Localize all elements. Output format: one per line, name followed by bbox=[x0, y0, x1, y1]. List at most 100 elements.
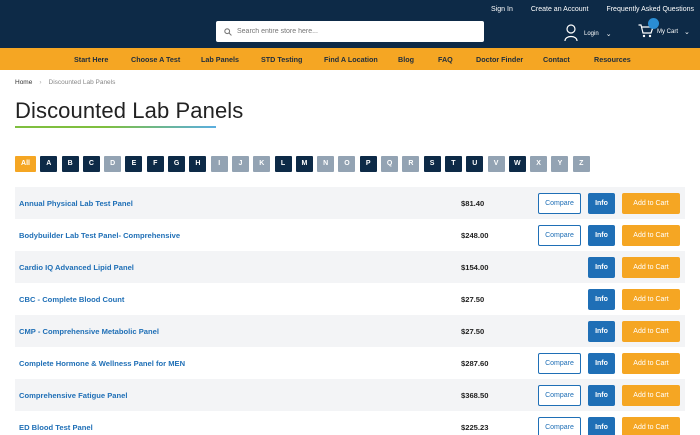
nav-item-choose-a-test[interactable]: Choose A Test bbox=[131, 55, 180, 64]
compare-button[interactable]: Compare bbox=[538, 193, 581, 214]
table-row: CBC - Complete Blood Count $27.50 Info Add … bbox=[15, 283, 685, 315]
nav-item-start-here[interactable]: Start Here bbox=[74, 55, 108, 64]
product-list: Annual Physical Lab Test Panel $81.40 Comp… bbox=[15, 187, 685, 435]
nav-item-faq[interactable]: FAQ bbox=[438, 55, 453, 64]
filter-letter-l[interactable]: L bbox=[274, 156, 292, 172]
nav-item-std-testing[interactable]: STD Testing bbox=[261, 55, 302, 64]
nav-item-find-a-location[interactable]: Find A Location bbox=[324, 55, 378, 64]
info-button[interactable]: Info bbox=[588, 321, 615, 342]
filter-letter-w[interactable]: W bbox=[508, 156, 526, 172]
info-button[interactable]: Info bbox=[588, 193, 615, 214]
filter-letter-v[interactable]: V bbox=[487, 156, 505, 172]
nav-item-blog[interactable]: Blog bbox=[398, 55, 414, 64]
table-row: CMP - Comprehensive Metabolic Panel $27.5… bbox=[15, 315, 685, 347]
product-price: $248.00 bbox=[461, 231, 489, 240]
compare-button[interactable]: Compare bbox=[538, 385, 581, 406]
product-name-link[interactable]: Bodybuilder Lab Test Panel- Comprehensiv… bbox=[19, 231, 180, 240]
add-to-cart-button[interactable]: Add to Cart bbox=[622, 193, 680, 214]
filter-letter-z[interactable]: Z bbox=[572, 156, 590, 172]
product-name-link[interactable]: CMP - Comprehensive Metabolic Panel bbox=[19, 327, 159, 336]
filter-letter-g[interactable]: G bbox=[168, 156, 186, 172]
filter-all-button[interactable]: All bbox=[15, 156, 36, 172]
breadcrumb-home[interactable]: Home bbox=[15, 79, 32, 86]
compare-button[interactable]: Compare bbox=[538, 225, 581, 246]
login-menu[interactable]: Login ⌄ bbox=[564, 24, 612, 44]
sign-in-link[interactable]: Sign In bbox=[491, 6, 513, 13]
nav-item-doctor-finder[interactable]: Doctor Finder bbox=[476, 55, 523, 64]
filter-letter-s[interactable]: S bbox=[423, 156, 441, 172]
add-to-cart-button[interactable]: Add to Cart bbox=[622, 225, 680, 246]
filter-letter-f[interactable]: F bbox=[146, 156, 164, 172]
filter-letter-k[interactable]: K bbox=[253, 156, 271, 172]
product-price: $154.00 bbox=[461, 263, 489, 272]
product-name-link[interactable]: Annual Physical Lab Test Panel bbox=[19, 199, 133, 208]
add-to-cart-button[interactable]: Add to Cart bbox=[622, 353, 680, 374]
product-name-link[interactable]: Cardio IQ Advanced Lipid Panel bbox=[19, 263, 134, 272]
filter-letter-e[interactable]: E bbox=[125, 156, 143, 172]
header-bar: Sign In Create an Account Frequently Ask… bbox=[0, 0, 700, 48]
filter-letter-r[interactable]: R bbox=[402, 156, 420, 172]
info-button[interactable]: Info bbox=[588, 257, 615, 278]
filter-letter-n[interactable]: N bbox=[317, 156, 335, 172]
filter-letter-a[interactable]: A bbox=[40, 156, 58, 172]
filter-letter-u[interactable]: U bbox=[466, 156, 484, 172]
product-name-link[interactable]: ED Blood Test Panel bbox=[19, 423, 93, 432]
user-icon bbox=[564, 24, 584, 44]
add-to-cart-button[interactable]: Add to Cart bbox=[622, 417, 680, 435]
add-to-cart-button[interactable]: Add to Cart bbox=[622, 321, 680, 342]
product-price: $225.23 bbox=[461, 423, 489, 432]
filter-letter-c[interactable]: C bbox=[82, 156, 100, 172]
info-button[interactable]: Info bbox=[588, 385, 615, 406]
table-row: Bodybuilder Lab Test Panel- Comprehensiv… bbox=[15, 219, 685, 251]
breadcrumb-current: Discounted Lab Panels bbox=[48, 79, 116, 86]
add-to-cart-button[interactable]: Add to Cart bbox=[622, 385, 680, 406]
info-button[interactable]: Info bbox=[588, 225, 615, 246]
faq-top-link[interactable]: Frequently Asked Questions bbox=[606, 6, 694, 13]
compare-button[interactable]: Compare bbox=[538, 353, 581, 374]
table-row: Annual Physical Lab Test Panel $81.40 Comp… bbox=[15, 187, 685, 219]
table-row: ED Blood Test Panel $225.23 Compare Info Add… bbox=[15, 411, 685, 435]
product-price: $27.50 bbox=[461, 295, 485, 304]
filter-letter-t[interactable]: T bbox=[444, 156, 462, 172]
product-price: $27.50 bbox=[461, 327, 485, 336]
chevron-down-icon: ⌄ bbox=[684, 29, 690, 36]
title-underline bbox=[15, 126, 216, 128]
info-button[interactable]: Info bbox=[588, 289, 615, 310]
top-links: Sign In Create an Account Frequently Ask… bbox=[491, 6, 694, 13]
filter-letter-y[interactable]: Y bbox=[551, 156, 569, 172]
filter-letter-m[interactable]: M bbox=[295, 156, 313, 172]
search-input[interactable] bbox=[237, 28, 477, 35]
nav-item-contact[interactable]: Contact bbox=[543, 55, 570, 64]
info-button[interactable]: Info bbox=[588, 353, 615, 374]
nav-item-lab-panels[interactable]: Lab Panels bbox=[201, 55, 239, 64]
filter-letter-p[interactable]: P bbox=[359, 156, 377, 172]
filter-letter-h[interactable]: H bbox=[189, 156, 207, 172]
filter-letter-i[interactable]: I bbox=[210, 156, 228, 172]
filter-letter-j[interactable]: J bbox=[231, 156, 249, 172]
product-name-link[interactable]: Comprehensive Fatigue Panel bbox=[19, 391, 127, 400]
add-to-cart-button[interactable]: Add to Cart bbox=[622, 257, 680, 278]
filter-letter-d[interactable]: D bbox=[104, 156, 122, 172]
page-title: Discounted Lab Panels bbox=[15, 98, 244, 123]
chevron-down-icon: ⌄ bbox=[605, 31, 612, 38]
cart-label: My Cart bbox=[657, 29, 678, 35]
info-button[interactable]: Info bbox=[588, 417, 615, 435]
product-price: $81.40 bbox=[461, 199, 485, 208]
compare-button[interactable]: Compare bbox=[538, 417, 581, 435]
filter-letter-x[interactable]: X bbox=[530, 156, 548, 172]
filter-letter-q[interactable]: Q bbox=[381, 156, 399, 172]
product-name-link[interactable]: Complete Hormone & Wellness Panel for ME… bbox=[19, 359, 185, 368]
product-name-link[interactable]: CBC - Complete Blood Count bbox=[19, 295, 124, 304]
filter-letter-b[interactable]: B bbox=[61, 156, 79, 172]
table-row: Complete Hormone & Wellness Panel for ME… bbox=[15, 347, 685, 379]
add-to-cart-button[interactable]: Add to Cart bbox=[622, 289, 680, 310]
search-box[interactable] bbox=[216, 21, 484, 42]
mini-cart[interactable]: My Cart ⌄ bbox=[638, 18, 690, 40]
filter-letter-o[interactable]: O bbox=[338, 156, 356, 172]
breadcrumb-separator: › bbox=[39, 79, 42, 86]
breadcrumb: Home › Discounted Lab Panels bbox=[15, 79, 115, 86]
create-account-link[interactable]: Create an Account bbox=[531, 6, 589, 13]
main-nav: Start Here Choose A Test Lab Panels STD … bbox=[0, 48, 700, 70]
login-label: Login bbox=[584, 31, 599, 37]
nav-item-resources[interactable]: Resources bbox=[594, 55, 631, 64]
